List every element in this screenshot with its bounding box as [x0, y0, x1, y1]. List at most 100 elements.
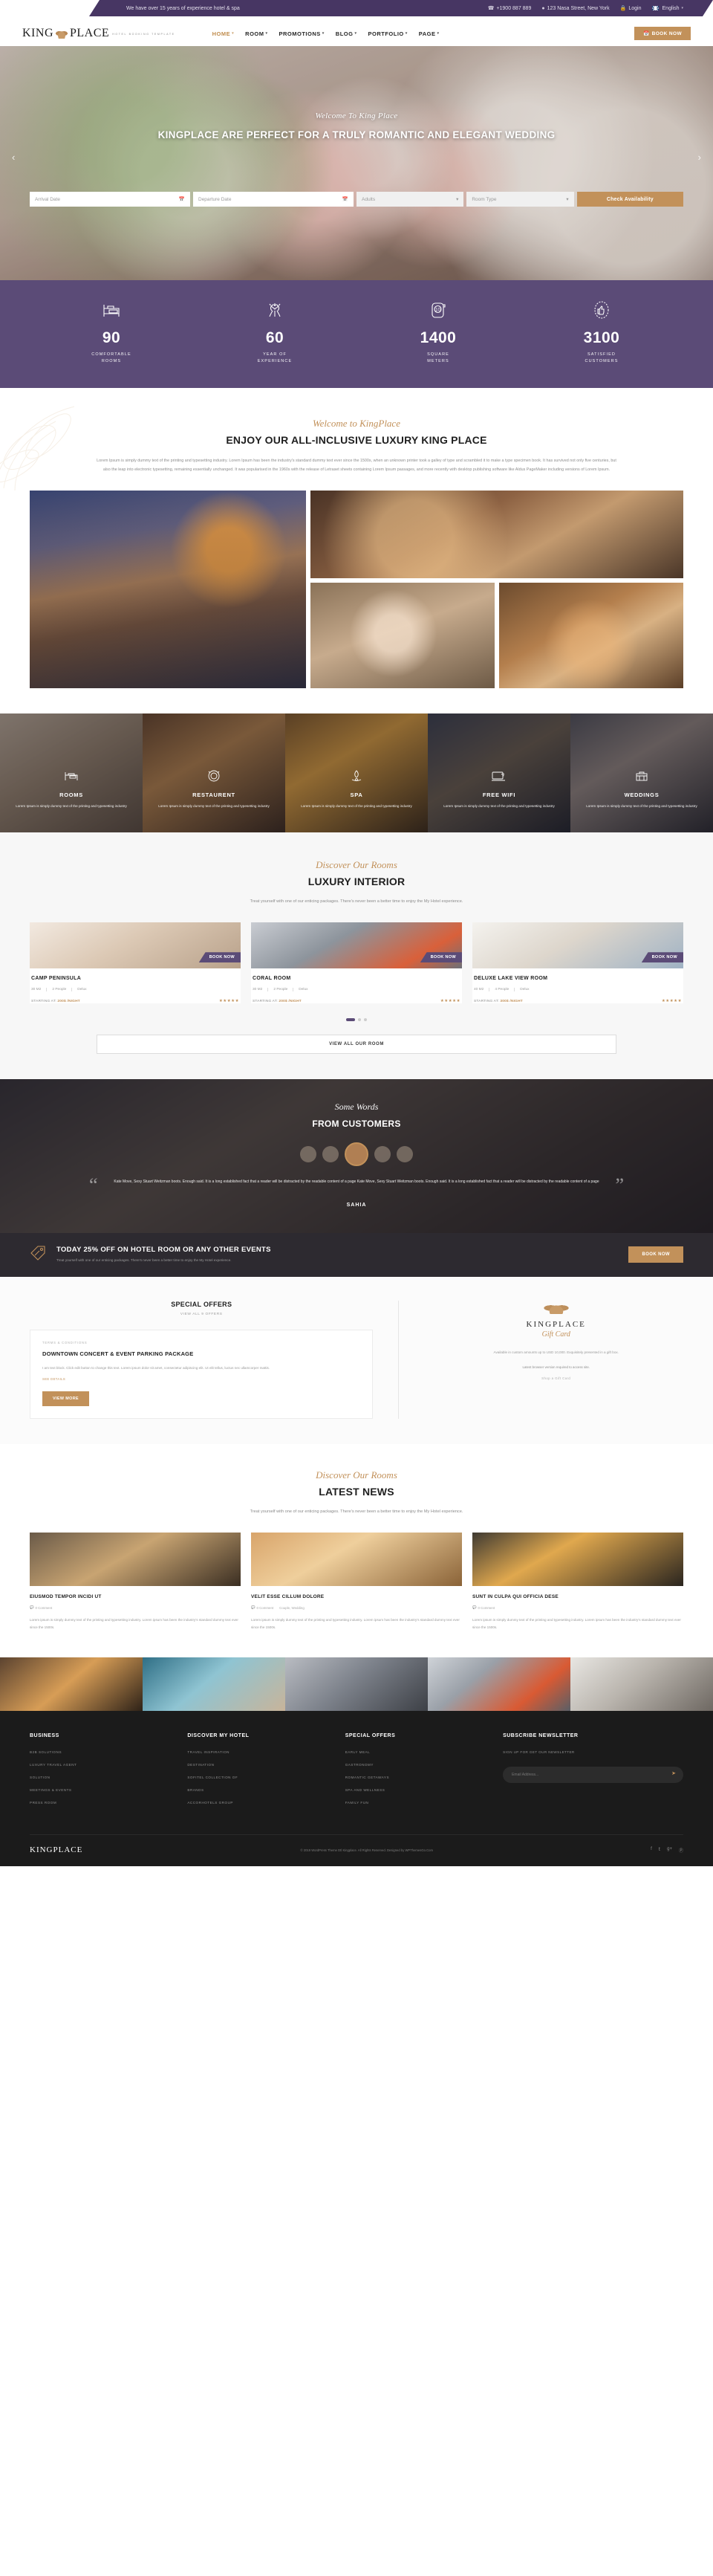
footer-link[interactable]: TRAVEL INSPIRATION: [187, 1750, 331, 1754]
footer-link[interactable]: ROMANTIC GETAWAYS: [345, 1776, 489, 1779]
google-plus-icon[interactable]: g+: [667, 1847, 672, 1854]
view-all-offers-link[interactable]: VIEW ALL 9 OFFERS: [30, 1313, 373, 1316]
news-card[interactable]: VELIT ESSE CILLUM DOLORE 💬 0 Comment Cou…: [251, 1533, 462, 1631]
offer-view-more-button[interactable]: VIEW MORE: [42, 1391, 90, 1407]
room-type-select[interactable]: Room Type ▾: [466, 192, 574, 207]
instagram-image[interactable]: [0, 1657, 143, 1712]
offer-card: TERMS & CONDITIONS DOWNTOWN CONCERT & EV…: [30, 1329, 374, 1420]
check-availability-button[interactable]: Check Availability: [576, 192, 684, 207]
instagram-image[interactable]: [285, 1657, 428, 1712]
service-spa[interactable]: SPA Lorem Ipsum is simply dummy text of …: [285, 713, 428, 832]
room-card[interactable]: BOOK NOW CAMP PENINSULA 30 M2 2 People D…: [30, 922, 241, 1004]
logo-subtitle: HOTEL BOOKING TEMPLATE: [112, 32, 175, 36]
footer-link[interactable]: LUXURY TRAVEL AGENT: [30, 1763, 174, 1767]
service-restaurant[interactable]: RESTAURENT Lorem Ipsum is simply dummy t…: [143, 713, 285, 832]
comment-icon: 💬: [30, 1605, 34, 1610]
topbar-login[interactable]: 🔒 Login: [620, 5, 642, 11]
avatar[interactable]: [374, 1146, 391, 1163]
room-image: BOOK NOW: [251, 922, 462, 969]
avatar[interactable]: [397, 1146, 413, 1163]
departure-date-placeholder: Departure Date: [198, 196, 232, 202]
carousel-dot[interactable]: [358, 1018, 361, 1022]
news-script: Discover Our Rooms: [316, 1469, 397, 1481]
nav-item-promotions[interactable]: PROMOTIONS ▾: [279, 30, 325, 37]
view-all-rooms-button[interactable]: VIEW ALL OUR ROOM: [97, 1035, 616, 1055]
footer-link[interactable]: EARLY MEAL: [345, 1750, 489, 1754]
carousel-dot-active[interactable]: [346, 1018, 355, 1022]
footer-link[interactable]: DESTINATION: [187, 1763, 331, 1767]
avatar[interactable]: [322, 1146, 339, 1163]
service-name: ROOMS: [59, 792, 83, 799]
room-card[interactable]: BOOK NOW CORAL ROOM 30 M2 2 People Delux…: [251, 922, 462, 1004]
facebook-icon[interactable]: f: [651, 1847, 652, 1854]
departure-date-field[interactable]: Departure Date 📅: [193, 192, 354, 207]
footer-link[interactable]: BRANDS: [187, 1788, 331, 1792]
instagram-image[interactable]: [143, 1657, 285, 1712]
arrival-date-field[interactable]: Arrival Date 📅: [30, 192, 190, 207]
pinterest-icon[interactable]: Ⓟ: [679, 1847, 683, 1854]
adults-select[interactable]: Adults ▾: [356, 192, 464, 207]
room-card[interactable]: BOOK NOW DELUXE LAKE VIEW ROOM 40 M2 4 P…: [472, 922, 683, 1004]
footer-link[interactable]: SOLUTION: [30, 1776, 174, 1779]
avatar[interactable]: [300, 1146, 316, 1163]
nav-item-portfolio[interactable]: PORTFOLIO ▾: [368, 30, 407, 37]
newsletter-email-input[interactable]: [503, 1767, 684, 1784]
room-book-now-button[interactable]: BOOK NOW: [198, 952, 241, 963]
footer-link[interactable]: SOFITEL COLLECTION OF: [187, 1776, 331, 1779]
chevron-down-icon: ▾: [405, 31, 408, 36]
stat-rooms: 90 COMFORTABLE ROOMS: [30, 300, 193, 366]
footer-link[interactable]: PRESS ROOM: [30, 1801, 174, 1805]
bed-service-icon: [9, 768, 134, 784]
service-text: Lorem Ipsum is simply dummy text of the …: [16, 804, 127, 809]
avatar-active[interactable]: [345, 1142, 368, 1167]
carousel-dot[interactable]: [364, 1018, 367, 1022]
rooms-script: Discover Our Rooms: [316, 859, 397, 870]
gallery-image-lounge: [310, 491, 683, 578]
uk-flag-icon: [652, 6, 659, 10]
gallery-image-coastline: [30, 491, 306, 688]
nav-label: HOME: [212, 30, 231, 37]
book-now-button[interactable]: 📅 BOOK NOW: [634, 27, 691, 40]
service-rooms[interactable]: ROOMS Lorem Ipsum is simply dummy text o…: [0, 713, 143, 832]
nav-item-home[interactable]: HOME ▾: [212, 30, 235, 37]
instagram-image[interactable]: [570, 1657, 713, 1712]
offer-details-link[interactable]: SEE DETAILS: [42, 1377, 360, 1381]
gift-body: Available in custom amounts up to USD 10…: [493, 1350, 619, 1354]
footer-link[interactable]: FAMILY FUN: [345, 1801, 489, 1805]
news-card[interactable]: EIUSMOD TEMPOR INCIDI UT 💬 0 Comment Lor…: [30, 1533, 241, 1631]
footer-column-discover: DISCOVER MY HOTEL TRAVEL INSPIRATION DES…: [187, 1733, 331, 1813]
instagram-image[interactable]: [428, 1657, 570, 1712]
footer-link[interactable]: B2B SOLUTIONS: [30, 1750, 174, 1754]
footer-link[interactable]: MEETINGS & EVENTS: [30, 1788, 174, 1792]
hero-prev-arrow[interactable]: ‹: [12, 152, 15, 163]
promo-banner: TODAY 25% OFF ON HOTEL ROOM OR ANY OTHER…: [0, 1232, 713, 1277]
news-comments-label: 0 Comment: [35, 1605, 53, 1610]
testimonial-title: FROM CUSTOMERS: [312, 1119, 401, 1130]
nav-label: PORTFOLIO: [368, 30, 404, 37]
service-free-wifi[interactable]: FREE WIFI Lorem Ipsum is simply dummy te…: [428, 713, 570, 832]
room-book-now-button[interactable]: BOOK NOW: [641, 952, 683, 963]
topbar-phone-label: +1900 887 889: [496, 5, 532, 11]
room-size: 40 M2: [474, 988, 484, 992]
send-icon[interactable]: ➤: [671, 1770, 676, 1776]
topbar-language[interactable]: English ▾: [652, 6, 683, 11]
footer-link[interactable]: GASTRONOMY: [345, 1763, 489, 1767]
footer-link[interactable]: SPA AND WELLNESS: [345, 1788, 489, 1792]
room-book-now-button[interactable]: BOOK NOW: [420, 952, 462, 963]
shop-gift-card-link[interactable]: Shop a Gift Card: [429, 1376, 683, 1380]
nav-item-page[interactable]: PAGE ▾: [419, 30, 440, 37]
special-offers-heading: SPECIAL OFFERS: [171, 1300, 232, 1308]
footer-logo[interactable]: KINGPLACE: [30, 1845, 82, 1854]
site-logo[interactable]: KING PLACE HOTEL BOOKING TEMPLATE: [22, 27, 175, 40]
topbar-phone[interactable]: ☎ +1900 887 889: [488, 5, 532, 11]
nav-item-blog[interactable]: BLOG ▾: [336, 30, 357, 37]
news-card[interactable]: SUNT IN CULPA QUI OFFICIA DESE 💬 0 Comme…: [472, 1533, 683, 1631]
twitter-icon[interactable]: 𝗍: [659, 1847, 660, 1854]
service-weddings[interactable]: WEDDINGS Lorem Ipsum is simply dummy tex…: [570, 713, 713, 832]
nav-item-room[interactable]: ROOM ▾: [245, 30, 267, 37]
rooms-carousel-dots: [30, 1018, 683, 1022]
hero-next-arrow[interactable]: ›: [698, 152, 701, 163]
nav-label: ROOM: [245, 30, 264, 37]
promo-book-now-button[interactable]: BOOK NOW: [628, 1246, 683, 1263]
footer-link[interactable]: ACCORHOTELS GROUP: [187, 1801, 331, 1805]
